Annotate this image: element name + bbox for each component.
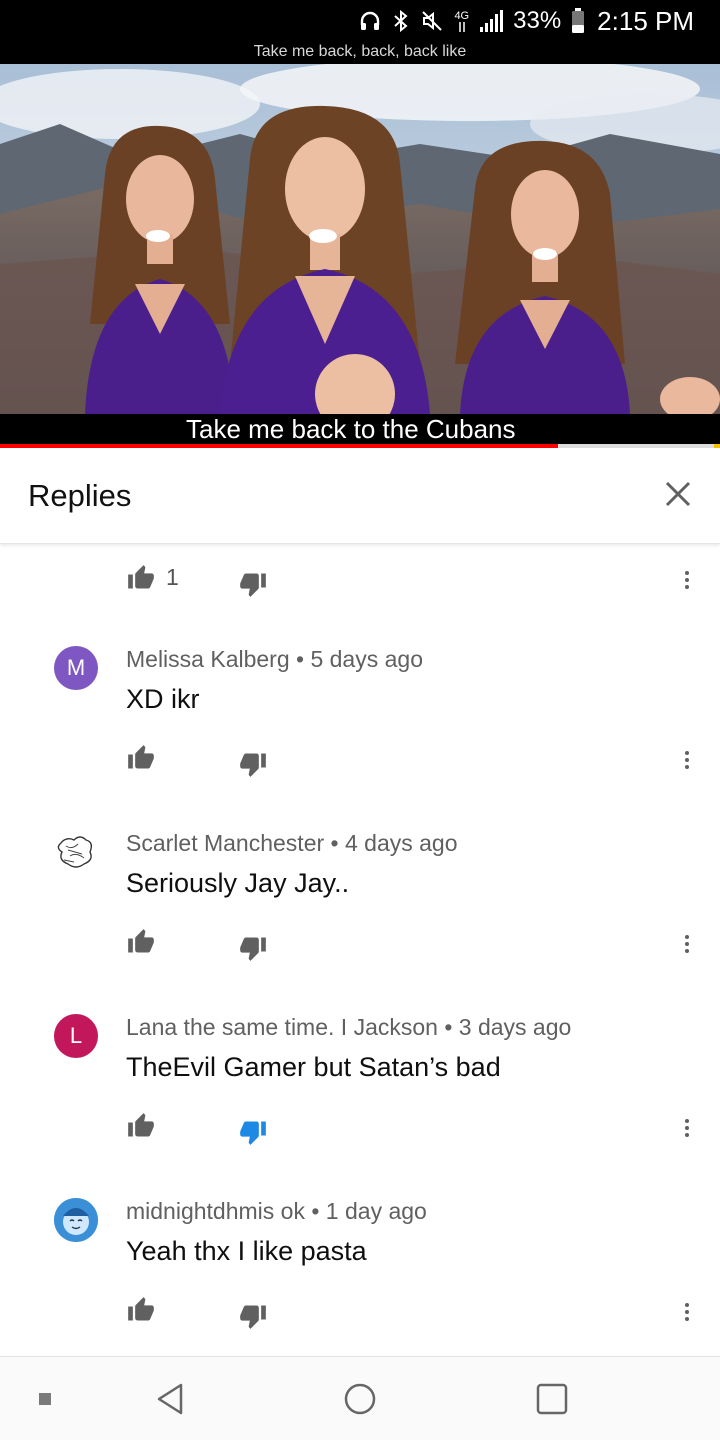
like-icon[interactable] bbox=[126, 564, 156, 592]
close-icon[interactable] bbox=[664, 480, 692, 508]
nav-menu-button[interactable] bbox=[30, 1379, 60, 1419]
status-bar: 4G 33% 2:15 PM bbox=[0, 0, 720, 42]
sketch-avatar-image bbox=[57, 836, 93, 868]
comment-text: Seriously Jay Jay.. bbox=[126, 868, 350, 898]
nav-recents-button[interactable] bbox=[530, 1379, 574, 1419]
avatar-letter: M bbox=[66, 655, 86, 680]
like-icon[interactable] bbox=[126, 744, 156, 772]
more-vert-icon[interactable] bbox=[675, 1114, 699, 1142]
comment-item: L Lana the same time. I Jackson • 3 days… bbox=[0, 1014, 720, 1198]
dislike-icon[interactable] bbox=[238, 750, 268, 778]
mute-icon bbox=[420, 9, 444, 33]
signal-icon bbox=[479, 9, 504, 33]
back-triangle-icon[interactable] bbox=[155, 1382, 185, 1416]
nav-home-button[interactable] bbox=[338, 1379, 382, 1419]
battery-percent: 33% bbox=[513, 7, 562, 34]
clock: 2:15 PM bbox=[597, 5, 694, 36]
dislike-icon[interactable] bbox=[238, 934, 268, 962]
comment-item: midnightdhmis ok • 1 day ago Yeah thx I … bbox=[0, 1198, 720, 1354]
avatar[interactable]: L bbox=[54, 1014, 98, 1058]
comment-actions: 1 bbox=[0, 558, 720, 598]
like-icon[interactable] bbox=[126, 1112, 156, 1140]
comment-text: Yeah thx I like pasta bbox=[126, 1236, 367, 1266]
more-options-button[interactable] bbox=[672, 1294, 702, 1330]
dislike-icon[interactable] bbox=[238, 1302, 268, 1330]
like-count: 1 bbox=[166, 564, 179, 590]
avatar[interactable]: M bbox=[54, 646, 98, 690]
comment-text: TheEvil Gamer but Satan’s bad bbox=[126, 1052, 501, 1082]
comment-item: Scarlet Manchester • 4 days ago Seriousl… bbox=[0, 830, 720, 1014]
close-button[interactable] bbox=[658, 474, 698, 514]
video-player[interactable]: Take me back, back, back like Take me ba… bbox=[0, 42, 720, 448]
video-top-caption: Take me back, back, back like bbox=[253, 43, 467, 60]
more-vert-icon[interactable] bbox=[675, 930, 699, 958]
comment-actions bbox=[0, 922, 720, 962]
comment-actions bbox=[0, 738, 720, 778]
comment-meta: Lana the same time. I Jackson • 3 days a… bbox=[126, 1014, 572, 1040]
nav-back-button[interactable] bbox=[148, 1379, 192, 1419]
more-options-button[interactable] bbox=[672, 562, 702, 598]
comment-meta: Scarlet Manchester • 4 days ago bbox=[126, 830, 458, 856]
more-options-button[interactable] bbox=[672, 1110, 702, 1146]
status-icons: 4G 33% 2:15 PM bbox=[358, 6, 694, 36]
avatar[interactable] bbox=[54, 830, 98, 874]
network-type-label: 4G bbox=[454, 9, 470, 22]
like-icon[interactable] bbox=[126, 928, 156, 956]
network-type-icon: 4G bbox=[454, 9, 470, 32]
comment-item: M Melissa Kalberg • 5 days ago XD ikr bbox=[0, 646, 720, 830]
cartoon-avatar-image bbox=[54, 1198, 98, 1242]
small-square-icon[interactable] bbox=[39, 1393, 51, 1405]
video-subtitle: Take me back to the Cubans bbox=[176, 414, 526, 444]
bluetooth-icon bbox=[392, 9, 410, 33]
recents-square-icon[interactable] bbox=[536, 1383, 568, 1415]
dislike-icon-active[interactable] bbox=[238, 1118, 268, 1146]
more-vert-icon[interactable] bbox=[675, 1298, 699, 1326]
more-vert-icon[interactable] bbox=[675, 566, 699, 594]
home-circle-icon[interactable] bbox=[343, 1382, 377, 1416]
comment-meta: midnightdhmis ok • 1 day ago bbox=[126, 1198, 427, 1224]
avatar-letter: L bbox=[69, 1023, 83, 1048]
avatar[interactable] bbox=[54, 1198, 98, 1242]
replies-title: Replies bbox=[28, 478, 132, 513]
battery-icon bbox=[571, 8, 585, 34]
video-frame[interactable] bbox=[0, 64, 720, 414]
comment-actions bbox=[0, 1290, 720, 1330]
like-icon[interactable] bbox=[126, 1296, 156, 1324]
headphones-icon bbox=[358, 9, 382, 33]
comment-actions bbox=[0, 1106, 720, 1146]
replies-list[interactable]: 1 M Melissa Kalberg • 5 days ago XD ikr … bbox=[0, 546, 720, 1354]
navigation-bar bbox=[0, 1356, 720, 1440]
dislike-icon[interactable] bbox=[238, 570, 268, 598]
comment-meta: Melissa Kalberg • 5 days ago bbox=[126, 646, 423, 672]
more-vert-icon[interactable] bbox=[675, 746, 699, 774]
comment-text: XD ikr bbox=[126, 684, 200, 714]
replies-header: Replies bbox=[0, 448, 720, 544]
more-options-button[interactable] bbox=[672, 742, 702, 778]
more-options-button[interactable] bbox=[672, 926, 702, 962]
